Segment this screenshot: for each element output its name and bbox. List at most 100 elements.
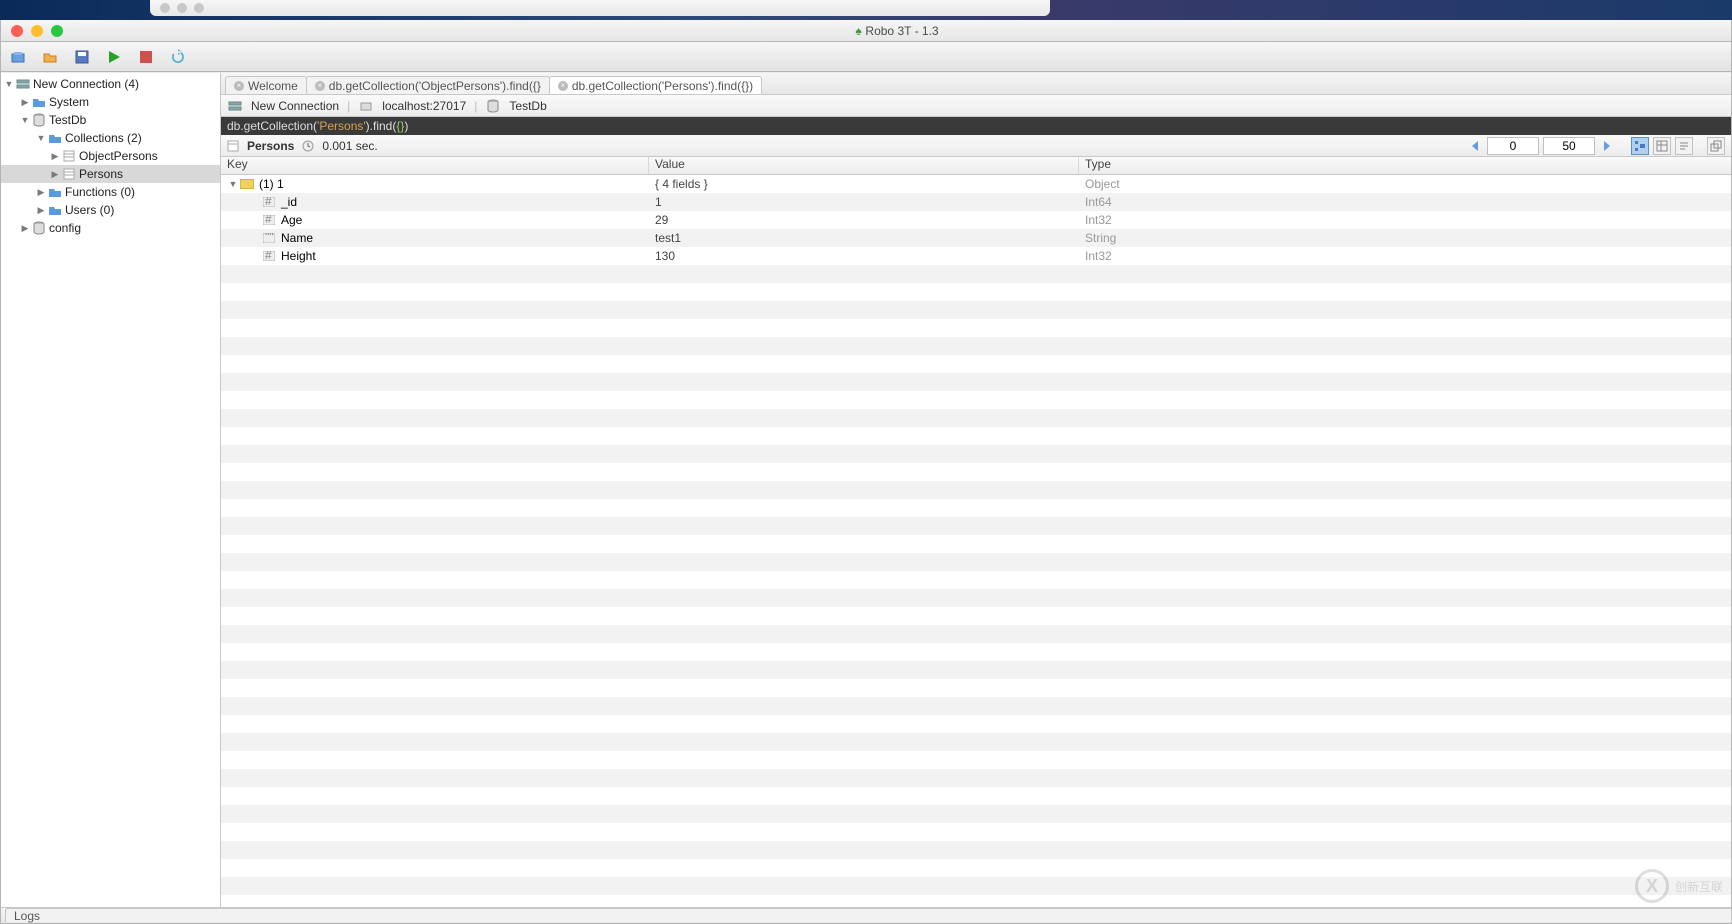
number-icon: #: [261, 197, 277, 207]
tree-label: New Connection (4): [33, 77, 139, 91]
server-icon: [15, 77, 31, 91]
tab-objectpersons-query[interactable]: × db.getCollection('ObjectPersons').find…: [306, 76, 550, 94]
result-time: 0.001 sec.: [322, 139, 377, 153]
app-icon: ♠: [855, 24, 861, 38]
row-type: Object: [1079, 177, 1731, 191]
tree-label: ObjectPersons: [79, 149, 158, 163]
view-tree-button[interactable]: [1631, 137, 1649, 155]
twisty-icon[interactable]: ▼: [35, 133, 47, 143]
tree-label: Collections (2): [65, 131, 142, 145]
tree-label: config: [49, 221, 81, 235]
folder-icon: [47, 186, 63, 198]
tree-label: TestDb: [49, 113, 86, 127]
row-type: String: [1079, 231, 1731, 245]
object-icon: [239, 179, 255, 189]
page-skip-input[interactable]: [1487, 137, 1539, 155]
breadcrumb-db[interactable]: TestDb: [509, 99, 546, 113]
tab-label: db.getCollection('Persons').find({}): [572, 79, 753, 93]
column-header-key[interactable]: Key: [221, 157, 649, 174]
view-table-button[interactable]: [1653, 137, 1671, 155]
result-header: Key Value Type: [221, 157, 1731, 175]
folder-icon: [31, 96, 47, 108]
column-header-type[interactable]: Type: [1079, 157, 1731, 174]
tree-collection-persons[interactable]: ▶ Persons: [1, 165, 220, 183]
breadcrumb-host[interactable]: localhost:27017: [382, 99, 466, 113]
collection-icon: [61, 168, 77, 180]
breadcrumb-separator: |: [474, 99, 477, 113]
twisty-icon[interactable]: ▶: [19, 97, 31, 108]
row-type: Int32: [1079, 249, 1731, 263]
editor-tabs: × Welcome × db.getCollection('ObjectPers…: [221, 73, 1731, 95]
page-prev-button[interactable]: [1467, 138, 1483, 154]
host-icon: [358, 99, 374, 113]
row-key: Height: [281, 249, 316, 263]
result-row[interactable]: # _id 1 Int64: [221, 193, 1731, 211]
save-button[interactable]: [73, 48, 91, 66]
tree-connection[interactable]: ▼ New Connection (4): [1, 75, 220, 93]
result-row[interactable]: "" Name test1 String: [221, 229, 1731, 247]
row-key: Age: [281, 213, 302, 227]
tree-functions[interactable]: ▶ Functions (0): [1, 183, 220, 201]
folder-icon: [47, 204, 63, 216]
database-icon: [485, 99, 501, 113]
result-grid[interactable]: ▼ (1) 1 { 4 fields } Object # _id 1 Int6…: [221, 175, 1731, 907]
result-row[interactable]: # Height 130 Int32: [221, 247, 1731, 265]
result-collection-name: Persons: [247, 139, 294, 153]
window-zoom-button[interactable]: [51, 25, 63, 37]
tree-db-testdb[interactable]: ▼ TestDb: [1, 111, 220, 129]
tab-close-icon[interactable]: ×: [315, 81, 325, 91]
page-limit-input[interactable]: [1543, 137, 1595, 155]
row-type: Int64: [1079, 195, 1731, 209]
row-twisty-icon[interactable]: ▼: [227, 179, 239, 189]
svg-text:#: #: [265, 251, 272, 261]
tab-close-icon[interactable]: ×: [558, 81, 568, 91]
tab-close-icon[interactable]: ×: [234, 81, 244, 91]
window-close-button[interactable]: [11, 25, 23, 37]
twisty-icon[interactable]: ▼: [3, 79, 15, 89]
tree-db-config[interactable]: ▶ config: [1, 219, 220, 237]
tree-collection-objectpersons[interactable]: ▶ ObjectPersons: [1, 147, 220, 165]
database-icon: [31, 113, 47, 127]
tree-db-system[interactable]: ▶ System: [1, 93, 220, 111]
clock-icon: [302, 140, 314, 152]
collection-icon: [61, 150, 77, 162]
twisty-icon[interactable]: ▶: [19, 223, 31, 234]
tree-label: Persons: [79, 167, 123, 181]
collection-icon: [227, 140, 239, 152]
tab-persons-query[interactable]: × db.getCollection('Persons').find({}): [549, 76, 762, 94]
row-value: { 4 fields }: [649, 177, 1079, 191]
open-folder-button[interactable]: [41, 48, 59, 66]
row-key: Name: [281, 231, 313, 245]
row-type: Int32: [1079, 213, 1731, 227]
twisty-icon[interactable]: ▶: [35, 187, 47, 198]
row-value: 130: [649, 249, 1079, 263]
tree-users[interactable]: ▶ Users (0): [1, 201, 220, 219]
run-button[interactable]: [105, 48, 123, 66]
tree-collections[interactable]: ▼ Collections (2): [1, 129, 220, 147]
query-editor[interactable]: db.getCollection('Persons').find({}): [221, 117, 1731, 135]
twisty-icon[interactable]: ▶: [35, 205, 47, 216]
breadcrumb: New Connection | localhost:27017 | TestD…: [221, 95, 1731, 117]
result-row[interactable]: # Age 29 Int32: [221, 211, 1731, 229]
row-value: test1: [649, 231, 1079, 245]
window-minimize-button[interactable]: [31, 25, 43, 37]
twisty-icon[interactable]: ▶: [49, 151, 61, 162]
string-icon: "": [261, 233, 277, 243]
breadcrumb-connection[interactable]: New Connection: [251, 99, 339, 113]
logs-tab[interactable]: Logs: [5, 908, 1732, 922]
row-value: 29: [649, 213, 1079, 227]
stop-button[interactable]: [137, 48, 155, 66]
tab-welcome[interactable]: × Welcome: [225, 76, 307, 94]
connection-tree: ▼ New Connection (4) ▶ System ▼ TestDb ▼…: [1, 73, 221, 907]
view-text-button[interactable]: [1675, 137, 1693, 155]
result-row[interactable]: ▼ (1) 1 { 4 fields } Object: [221, 175, 1731, 193]
refresh-button[interactable]: [169, 48, 187, 66]
app-window: ♠ Robo 3T - 1.3 ▼ New Connection (4) ▶ S…: [0, 20, 1732, 924]
twisty-icon[interactable]: ▼: [19, 115, 31, 125]
page-next-button[interactable]: [1599, 138, 1615, 154]
column-header-value[interactable]: Value: [649, 157, 1079, 174]
twisty-icon[interactable]: ▶: [49, 169, 61, 180]
folder-icon: [47, 132, 63, 144]
connect-button[interactable]: [9, 48, 27, 66]
expand-popout-button[interactable]: [1707, 137, 1725, 155]
